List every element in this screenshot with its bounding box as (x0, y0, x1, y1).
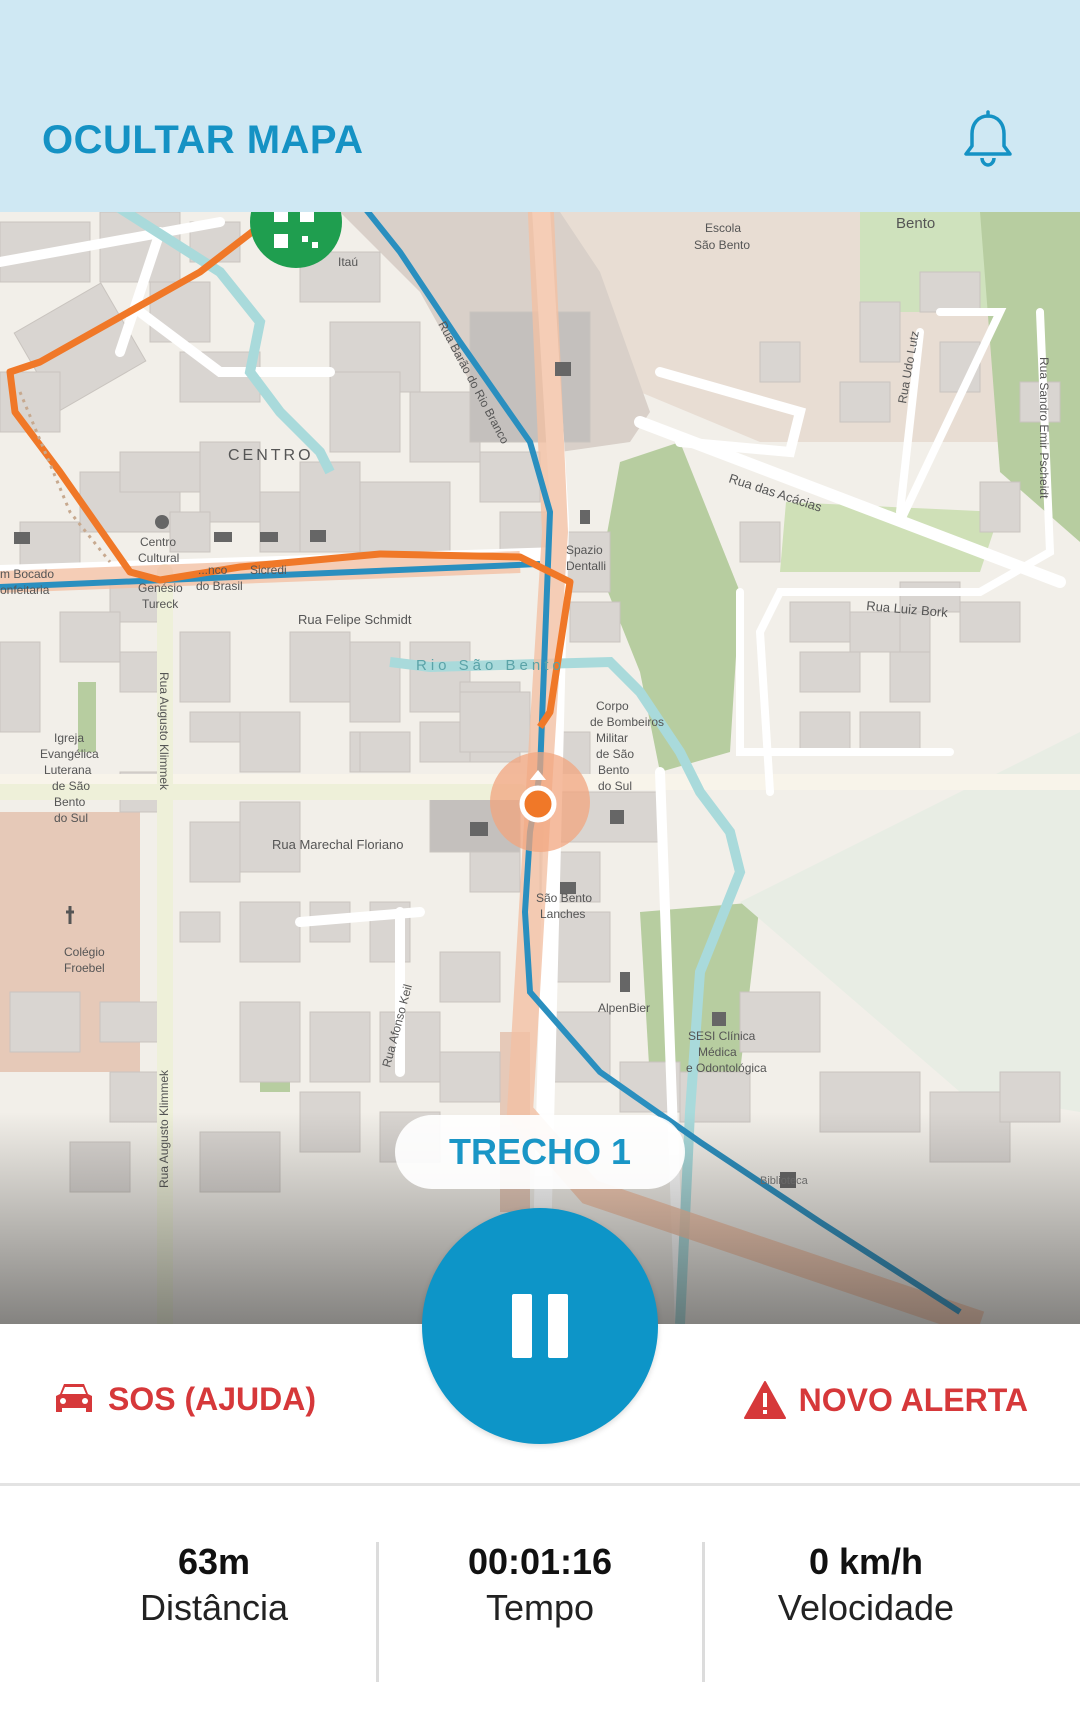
map-label-igreja-6: do Sul (54, 811, 88, 825)
map-label-biblioteca: Biblioteca (760, 1175, 809, 1187)
map-label-sesi-1: SESI Clínica (688, 1029, 756, 1043)
stat-time-value: 00:01:16 (467, 1541, 613, 1582)
stat-time: 00:01:16 Tempo (378, 1540, 702, 1632)
map-label-bombeiros-4: de São (596, 747, 634, 761)
map-label-banco-1: ...nco (198, 563, 228, 577)
bell-icon[interactable] (956, 108, 1020, 172)
map-label-sicredi: Sicredi (250, 563, 287, 577)
map-label-rua-felipe: Rua Felipe Schmidt (298, 612, 412, 627)
map-label-colegio-2: Froebel (64, 961, 105, 975)
map-label-bombeiros-6: do Sul (598, 779, 632, 793)
stat-speed-value: 0 km/h (808, 1541, 924, 1582)
map-label-sesi-3: e Odontológica (686, 1061, 767, 1075)
map-label-igreja-1: Igreja (54, 731, 84, 745)
stat-time-label: Tempo (485, 1587, 595, 1628)
stat-speed-label: Velocidade (777, 1587, 955, 1628)
segment-label: TRECHO 1 (395, 1115, 685, 1189)
stat-distance: 63m Distância (52, 1540, 376, 1632)
map-label-itau: Itaú (338, 255, 358, 269)
map-label-rua-sandro: Rua Sandro Emir Pscheidt (1037, 357, 1051, 499)
map-label-genesio-1: Genésio (138, 581, 183, 595)
map-label-spazio-2: Dentalli (566, 559, 606, 573)
map-label-bombeiros-2: de Bombeiros (590, 715, 664, 729)
map-label-igreja-4: de São (52, 779, 90, 793)
car-icon (56, 1384, 92, 1412)
trip-stats: 63m Distância 00:01:16 Tempo 0 km/h Velo… (0, 1486, 1080, 1734)
map-label-rua-augusto: Rua Augusto Klimmek (157, 672, 171, 791)
map-label-centro-cultural-2: Cultural (138, 551, 179, 565)
map-label-genesio-2: Tureck (142, 597, 179, 611)
map-label-igreja-2: Evangélica (40, 747, 99, 761)
pause-icon (512, 1294, 532, 1358)
pause-button[interactable] (422, 1208, 658, 1444)
new-alert-label: NOVO ALERTA (798, 1381, 1028, 1418)
map-label-alpenbier: AlpenBier (598, 1001, 650, 1015)
map-label-bombeiros-5: Bento (598, 763, 630, 777)
map-label-spazio-1: Spazio (566, 543, 603, 557)
map-label-escola-2: São Bento (694, 238, 750, 252)
map-label-sesi-2: Médica (698, 1045, 737, 1059)
map-label-bocado-1: m Bocado (0, 567, 54, 581)
sos-button[interactable]: SOS (AJUDA) (52, 1380, 316, 1418)
map-label-igreja-5: Bento (54, 795, 86, 809)
map-label-lanches-1: São Bento (536, 891, 592, 905)
top-bar: OCULTAR MAPA (0, 0, 1080, 212)
stat-distance-value: 63m (177, 1541, 251, 1582)
warning-icon (743, 1381, 786, 1419)
map-label-igreja-3: Luterana (44, 763, 92, 777)
map-label-bento: Bento (896, 215, 935, 232)
map-label-centro: CENTRO (228, 447, 314, 464)
map-label-escola-1: Escola (705, 221, 741, 235)
map-label-rua-marechal: Rua Marechal Floriano (272, 837, 404, 852)
map-label-banco-2: do Brasil (196, 579, 243, 593)
map-label-lanches-2: Lanches (540, 907, 585, 921)
hide-map-button[interactable]: OCULTAR MAPA (42, 118, 364, 163)
map-label-bocado-2: onfeitaria (0, 583, 50, 597)
stat-distance-label: Distância (139, 1587, 289, 1628)
sos-label: SOS (AJUDA) (108, 1380, 317, 1417)
map-label-colegio-1: Colégio (64, 945, 105, 959)
map-label-rua-augusto-2: Rua Augusto Klimmek (157, 1069, 171, 1188)
map-label-rio: Rio São Bento (416, 657, 565, 674)
map-label-centro-cultural-1: Centro (140, 535, 176, 549)
map-label-bombeiros-1: Corpo (596, 699, 629, 713)
new-alert-button[interactable]: NOVO ALERTA (743, 1380, 1028, 1420)
stat-speed: 0 km/h Velocidade (704, 1540, 1028, 1632)
map-label-bombeiros-3: Militar (596, 731, 628, 745)
